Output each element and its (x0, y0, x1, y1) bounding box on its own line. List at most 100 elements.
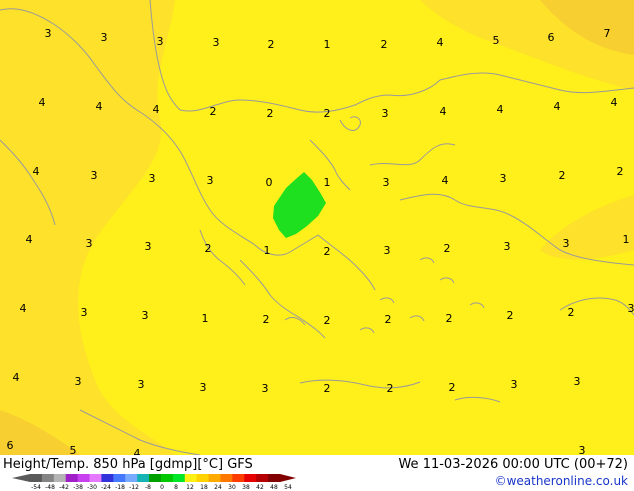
temperature-label: 4 (20, 303, 27, 315)
warm-zone-east (540, 195, 634, 259)
cold-patch-850hpa (273, 172, 326, 238)
temperature-label: 4 (153, 104, 160, 116)
temperature-label: 3 (504, 241, 511, 253)
temperature-label: 3 (91, 170, 98, 182)
temperature-label: 4 (26, 234, 33, 246)
temperature-label: 6 (7, 440, 14, 452)
temperature-label: 3 (86, 238, 93, 250)
temperature-label: 3 (500, 173, 507, 185)
temperature-label: 3 (579, 445, 586, 455)
colorbar-segment (185, 474, 197, 482)
temperature-label: 2 (617, 166, 624, 178)
temperature-label: 4 (554, 101, 561, 113)
temperature-label: 1 (202, 313, 209, 325)
temperature-label: 2 (324, 108, 331, 120)
colorbar-segment (220, 474, 232, 482)
temperature-label: 3 (213, 37, 220, 49)
colorbar-segment (66, 474, 78, 482)
map-area: 3 3 3 3 2 1 2 4 5 6 7 4 4 4 2 2 2 3 4 4 4 4 4 3 3 3 0 1 3 4 3 2 2 4 3 3 2 1 2 3… (0, 0, 634, 455)
temperature-label: 3 (101, 32, 108, 44)
temperature-label: 2 (385, 314, 392, 326)
colorbar-segment (173, 474, 185, 482)
temperature-label: 4 (442, 175, 449, 187)
temperature-label: 1 (324, 39, 331, 51)
temperature-label: 3 (563, 238, 570, 250)
footer: Height/Temp. 850 hPa [gdmp][°C] GFS We 1… (0, 455, 634, 490)
temperature-label: 3 (145, 241, 152, 253)
temperature-label: 4 (13, 372, 20, 384)
temperature-label: 4 (134, 448, 141, 455)
temperature-label: 2 (210, 106, 217, 118)
temperature-label: 2 (444, 243, 451, 255)
temperature-label: 4 (96, 101, 103, 113)
colorbar-segment (78, 474, 90, 482)
temperature-label: 3 (138, 379, 145, 391)
temperature-label: 3 (207, 175, 214, 187)
valid-time: We 11-03-2026 00:00 UTC (00+72) (398, 457, 628, 472)
temperature-label: 2 (324, 246, 331, 258)
temperature-label: 3 (157, 36, 164, 48)
temperature-label: 0 (266, 177, 273, 189)
colorbar-segment (232, 474, 244, 482)
temperature-label: 2 (263, 314, 270, 326)
temperature-label: 2 (267, 108, 274, 120)
colorbar-segment (209, 474, 221, 482)
temperature-label: 2 (507, 310, 514, 322)
temperature-label: 4 (33, 166, 40, 178)
colorbar-segment (30, 474, 42, 482)
temperature-label: 3 (628, 303, 634, 315)
temperature-label: 2 (205, 243, 212, 255)
temperature-label: 2 (559, 170, 566, 182)
colorbar-right-arrow (280, 474, 296, 482)
temperature-label: 4 (611, 97, 618, 109)
temperature-label: 2 (387, 383, 394, 395)
colorbar-segment (161, 474, 173, 482)
temperature-label: 3 (384, 245, 391, 257)
colorbar-segment (90, 474, 102, 482)
colorbar-segment (125, 474, 137, 482)
colorbar-segment (113, 474, 125, 482)
colorbar-segment (268, 474, 280, 482)
temperature-label: 5 (493, 35, 500, 47)
colorbar-segment (256, 474, 268, 482)
temperature-label: 1 (264, 245, 271, 257)
temperature-label: 2 (568, 307, 575, 319)
temperature-label: 3 (574, 376, 581, 388)
temperature-label: 4 (437, 37, 444, 49)
temperature-label: 2 (324, 383, 331, 395)
colorbar-segment (197, 474, 209, 482)
temperature-label: 3 (142, 310, 149, 322)
temperature-label: 1 (324, 177, 331, 189)
temperature-label: 4 (440, 106, 447, 118)
colorbar-left-arrow (12, 474, 30, 482)
colorbar-segment (42, 474, 54, 482)
temperature-label: 2 (268, 39, 275, 51)
temperature-label: 3 (382, 108, 389, 120)
colorbar-segment (137, 474, 149, 482)
temperature-label: 4 (39, 97, 46, 109)
colorbar-segment (54, 474, 66, 482)
colorbar-segment (101, 474, 113, 482)
temperature-label: 3 (262, 383, 269, 395)
temperature-label: 2 (446, 313, 453, 325)
temperature-label: 2 (449, 382, 456, 394)
temperature-label: 3 (149, 173, 156, 185)
colorbar-segment (149, 474, 161, 482)
temperature-label: 2 (381, 39, 388, 51)
temperature-field (0, 0, 634, 455)
chart-title: Height/Temp. 850 hPa [gdmp][°C] GFS (3, 457, 253, 472)
warm-zone-northwest (0, 0, 175, 455)
temperature-label: 3 (45, 28, 52, 40)
temperature-label: 2 (324, 315, 331, 327)
temperature-label: 3 (200, 382, 207, 394)
temperature-label: 7 (604, 28, 611, 40)
temperature-label: 3 (75, 376, 82, 388)
temperature-label: 3 (511, 379, 518, 391)
temperature-label: 3 (383, 177, 390, 189)
temperature-label: 5 (70, 445, 77, 455)
temperature-label: 1 (623, 234, 630, 246)
temperature-label: 4 (497, 104, 504, 116)
temperature-label: 3 (81, 307, 88, 319)
credit-link[interactable]: ©weatheronline.co.uk (495, 474, 628, 488)
temperature-label: 6 (548, 32, 555, 44)
